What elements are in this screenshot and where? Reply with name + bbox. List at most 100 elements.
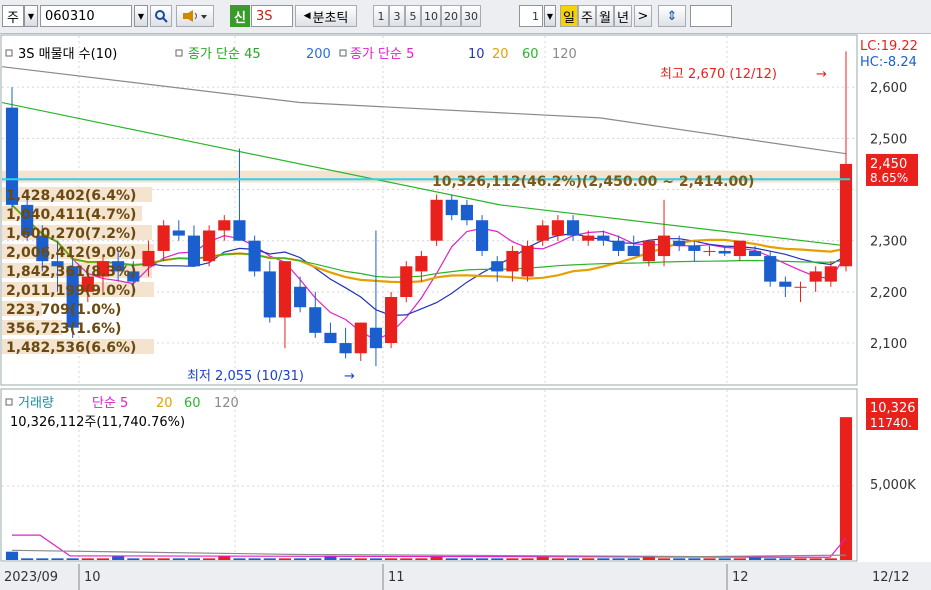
volume-bar: [142, 558, 155, 560]
market-dropdown-icon[interactable]: ▼: [24, 5, 38, 27]
interval-5-button[interactable]: 5: [405, 5, 421, 27]
vp-label: 1,428,402(6.4%): [6, 188, 136, 204]
volume-bar: [385, 558, 398, 560]
candle-body: [309, 307, 322, 333]
candle-body: [612, 240, 625, 251]
price-tick: 2,100: [870, 337, 907, 352]
volume-bar: [233, 558, 246, 560]
volume-bar: [824, 558, 837, 560]
legend-ma-short: 종가 단순 5: [350, 47, 414, 62]
candle-body: [369, 327, 382, 349]
updown-arrow-icon[interactable]: ⇕: [658, 5, 686, 27]
stock-chart[interactable]: 3S 매물대 수(10) 종가 단순 45 200 종가 단순 5 10 20 …: [0, 34, 931, 590]
code-dropdown-icon[interactable]: ▼: [134, 5, 148, 27]
candle-body: [703, 250, 716, 252]
volume-bar: [21, 558, 34, 560]
interval-30-button[interactable]: 30: [461, 5, 481, 27]
volume-bar: [688, 558, 701, 560]
legend-ma-long: 종가 단순 45: [188, 47, 261, 62]
vp-label: 1,482,536(6.6%): [6, 340, 136, 356]
current-price-pct: 8.65%: [870, 171, 908, 185]
candle-body: [430, 199, 443, 241]
interval-3-button[interactable]: 3: [389, 5, 405, 27]
volume-bar: [339, 558, 352, 560]
candle-body: [657, 235, 671, 257]
period-week-button[interactable]: 주: [578, 5, 596, 27]
legend-ma-10: 10: [468, 47, 485, 62]
volume-bar: [248, 558, 261, 560]
interval-10-button[interactable]: 10: [421, 5, 441, 27]
volume-tick: 5,000K: [870, 478, 916, 493]
lc-label: LC:19.22: [860, 39, 918, 54]
volume-bar: [294, 558, 307, 560]
stock-name-field[interactable]: 3S: [251, 5, 293, 27]
volume-bar: [172, 558, 185, 560]
vp-label: 356,723(1.6%): [6, 321, 121, 337]
x-label: 2023/09: [4, 570, 58, 585]
price-tick: 2,200: [870, 286, 907, 301]
volume-bar: [673, 558, 686, 560]
volume-bar: [627, 558, 640, 560]
current-price-value: 2,450: [870, 157, 907, 172]
candle-body: [794, 286, 807, 288]
volume-bar: [779, 558, 792, 560]
market-select[interactable]: 주: [2, 5, 24, 27]
volume-bar: [5, 551, 19, 560]
price-tick: 2,500: [870, 132, 907, 147]
candle-body: [506, 250, 519, 272]
volume-bar: [96, 558, 110, 560]
candle-body: [688, 245, 701, 251]
volume-legend-ma60: 60: [184, 396, 201, 411]
volume-bar: [278, 558, 292, 560]
interval-count-input[interactable]: 1: [519, 5, 543, 27]
new-listing-badge: 신: [230, 5, 250, 27]
candle-body: [566, 220, 580, 236]
blank-input[interactable]: [690, 5, 732, 27]
candle-body: [187, 235, 201, 267]
x-label: 11: [388, 570, 405, 585]
next-arrow-icon[interactable]: >: [634, 5, 652, 27]
volume-legend-ma: 단순 5: [92, 396, 128, 411]
high-annotation: 최고 2,670 (12/12): [660, 67, 777, 82]
period-year-button[interactable]: 년: [614, 5, 632, 27]
volume-profile-top-label: 10,326,112(46.2%)(2,450.00 ~ 2,414.00): [432, 174, 754, 190]
volume-bar: [582, 558, 595, 560]
toolbar: 주 ▼ 060310 ▼ 신 3S ◀ 분초틱 1 3 5 10 20 30 1 …: [0, 0, 931, 34]
interval-1-button[interactable]: 1: [373, 5, 389, 27]
candle-body: [673, 240, 686, 246]
sound-icon[interactable]: [176, 5, 214, 27]
candle-body: [718, 250, 731, 254]
candle-body: [233, 220, 246, 241]
volume-bar: [309, 558, 322, 560]
minute-tick-button[interactable]: ◀ 분초틱: [295, 5, 357, 27]
period-day-button[interactable]: 일: [560, 5, 578, 27]
period-month-button[interactable]: 월: [596, 5, 614, 27]
volume-bar: [476, 558, 489, 560]
candle-body: [764, 256, 777, 282]
volume-bar: [460, 558, 473, 560]
volume-bar: [66, 558, 79, 560]
candle-body: [627, 245, 640, 257]
candle-body: [157, 225, 170, 251]
vp-label: 1,600,270(7.2%): [6, 226, 136, 242]
volume-bar: [415, 558, 428, 560]
volume-bar: [657, 558, 671, 560]
search-icon[interactable]: [150, 5, 172, 27]
volume-bar: [612, 558, 625, 560]
volume-bar: [36, 558, 49, 560]
legend-ma-200: 200: [306, 47, 331, 62]
volume-legend-label: 거래량: [18, 396, 54, 411]
volume-bar: [566, 558, 580, 560]
volume-bar: [203, 558, 216, 560]
price-tick: 2,300: [870, 235, 907, 250]
vp-label: 2,006,412(9.0%): [6, 245, 136, 261]
candle-body: [415, 256, 428, 272]
interval-20-button[interactable]: 20: [441, 5, 461, 27]
volume-bar: [127, 558, 140, 560]
stock-code-input[interactable]: 060310: [40, 5, 132, 27]
count-dropdown-icon[interactable]: ▼: [544, 5, 556, 27]
candle-body: [582, 235, 595, 241]
volume-bar: [491, 558, 504, 560]
candle-body: [733, 240, 746, 257]
volume-bar: [157, 558, 170, 560]
